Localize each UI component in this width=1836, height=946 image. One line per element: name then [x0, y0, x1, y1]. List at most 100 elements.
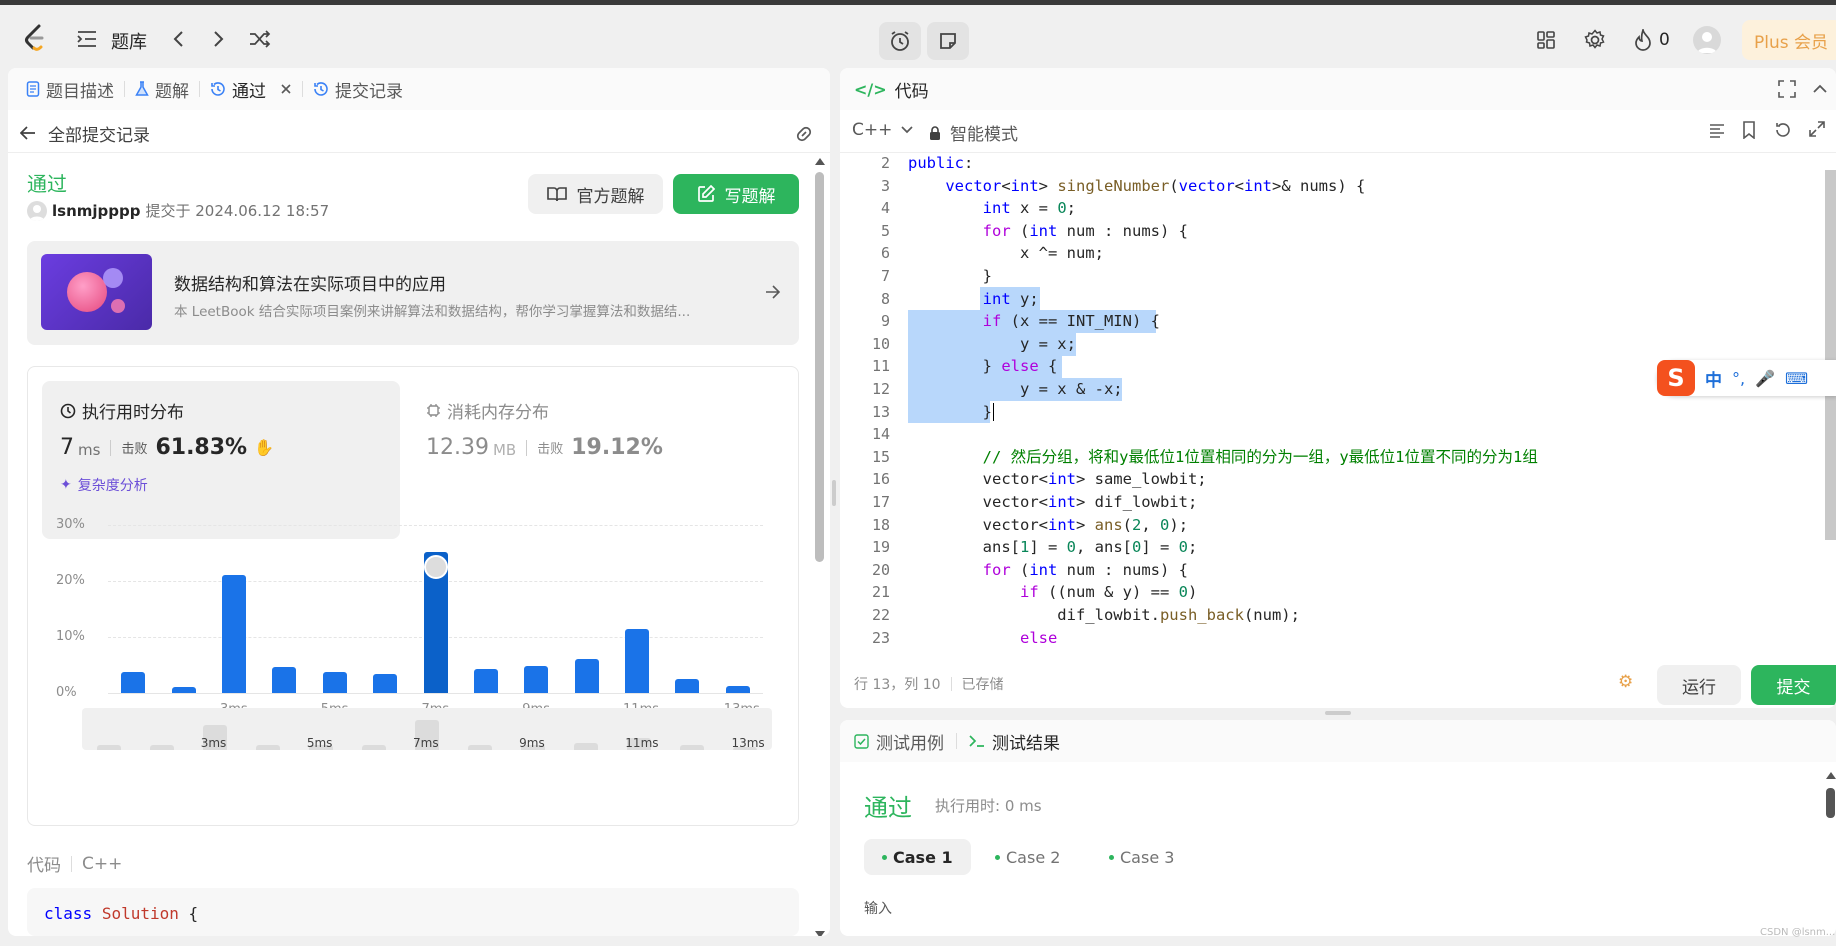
bar[interactable] — [272, 667, 297, 693]
link-icon[interactable] — [793, 124, 815, 144]
ime-toolbar[interactable]: S 中 °, 🎤 ⌨ — [1657, 360, 1836, 396]
left-panel: 题目描述 题解 通过 提交记录 全部提交记录 通过 lsnmjpppp 提交于 … — [8, 68, 830, 936]
fullscreen-icon[interactable] — [1778, 80, 1796, 98]
test-result-panel: 测试用例 测试结果 通过 执行用时: 0 ms Case 1 Case 2 Ca… — [840, 720, 1836, 936]
language-select[interactable]: C++ — [852, 120, 914, 140]
code-line: y = x & -x; — [908, 380, 1123, 398]
tab-submissions[interactable]: 提交记录 — [303, 68, 413, 110]
code-preview-line: class Solution { — [44, 904, 199, 923]
layout-icon[interactable] — [1533, 27, 1559, 53]
smart-mode-label: 智能模式 — [950, 125, 1018, 145]
memory-label: 消耗内存分布 — [447, 403, 549, 423]
mini-bar — [361, 745, 386, 750]
bar[interactable] — [171, 687, 196, 693]
line-number: 7 — [880, 267, 890, 285]
tab-accepted[interactable]: 通过 — [200, 68, 302, 110]
back-label: 全部提交记录 — [48, 125, 150, 146]
bar[interactable] — [625, 629, 650, 693]
shuffle-icon[interactable] — [248, 27, 272, 51]
tab-solutions[interactable]: 题解 — [125, 68, 199, 110]
result-scrollbar[interactable] — [1825, 772, 1836, 936]
code-section-header: 代码 C++ — [27, 851, 123, 877]
code-line: vector<int> same_lowbit; — [908, 470, 1207, 489]
code-line: if (x == INT_MIN) { — [982, 312, 1160, 331]
note-icon[interactable] — [927, 22, 969, 60]
mini-bar — [574, 742, 599, 750]
code-line: dif_lowbit.push_back(num); — [908, 606, 1300, 624]
chevron-left-icon[interactable] — [166, 27, 190, 51]
bar[interactable] — [221, 574, 246, 693]
plus-membership-button[interactable]: Plus 会员 — [1742, 20, 1836, 60]
panel-resize-handle[interactable] — [1325, 711, 1351, 715]
language-label: C++ — [852, 120, 893, 140]
format-icon[interactable] — [1708, 123, 1726, 139]
bar[interactable] — [473, 669, 498, 693]
code-line: vector<int> singleNumber(vector<int>& nu… — [945, 176, 1366, 195]
y-tick-label: 0% — [56, 685, 77, 700]
mini-tick-label: 13ms — [731, 736, 765, 750]
code-line: else — [1019, 628, 1058, 647]
write-solution-button[interactable]: 写题解 — [673, 174, 799, 214]
list-icon[interactable] — [75, 27, 99, 51]
bookmark-icon[interactable] — [1742, 121, 1756, 139]
username[interactable]: lsnmjpppp — [52, 202, 140, 220]
chevron-right-icon[interactable] — [207, 27, 231, 51]
y-tick-label: 20% — [56, 573, 85, 588]
history-icon — [314, 82, 328, 96]
gear-icon[interactable] — [1582, 27, 1608, 53]
bar[interactable] — [524, 665, 549, 693]
code-icon: </> — [854, 79, 887, 99]
reset-icon[interactable] — [1774, 121, 1792, 139]
tab-description[interactable]: 题目描述 — [16, 68, 124, 110]
bar[interactable] — [121, 671, 146, 693]
expand-icon[interactable] — [1809, 121, 1825, 137]
tab-result-label: 测试结果 — [992, 733, 1060, 754]
bar[interactable] — [322, 671, 347, 693]
case-tab-3[interactable]: Case 3 — [1091, 839, 1192, 875]
runtime-label: 执行用时分布 — [82, 403, 184, 423]
bar[interactable] — [373, 673, 398, 693]
collapse-icon[interactable] — [1812, 82, 1828, 94]
close-icon[interactable] — [280, 83, 292, 95]
tab-testcase[interactable]: 测试用例 — [854, 729, 944, 754]
leetbook-promo-card[interactable]: 数据结构和算法在实际项目中的应用 本 LeetBook 结合实际项目案例来讲解算… — [27, 241, 799, 345]
code-editor[interactable]: public: vector<int> singleNumber(vector<… — [898, 152, 1824, 647]
submit-button[interactable]: 提交 — [1751, 665, 1836, 705]
bar[interactable] — [675, 678, 700, 693]
editor-title: 代码 — [894, 81, 929, 102]
input-label: 输入 — [864, 901, 892, 917]
editor-scrollbar[interactable] — [1825, 170, 1836, 540]
line-number: 11 — [871, 357, 890, 376]
runtime-distribution-chart[interactable]: 30% 20% 10% 0% 3ms 5ms 7ms 9ms 11ms 13ms 3ms 5ms 7… — [28, 492, 800, 832]
run-button[interactable]: 运行 — [1657, 665, 1741, 705]
user-avatar[interactable] — [27, 200, 47, 221]
mini-tick-label: 7ms — [413, 736, 439, 750]
line-number: 22 — [871, 606, 890, 624]
watermark: CSDN @lsnm... — [1760, 927, 1836, 938]
debug-icon[interactable]: ⚙ — [1618, 672, 1633, 692]
tab-test-result[interactable]: 测试结果 — [969, 729, 1060, 754]
problem-bank-label[interactable]: 题库 — [111, 28, 147, 54]
code-line: // 然后分组，将和y最低位1位置相同的分为一组，y最低位1位置不同的分为1组 — [982, 447, 1538, 466]
result-status: 通过 — [864, 794, 912, 822]
line-number: 16 — [871, 470, 890, 489]
leetcode-logo-icon[interactable] — [20, 20, 50, 56]
saved-status: 已存储 — [961, 677, 1004, 693]
avatar-icon[interactable] — [1693, 26, 1721, 54]
submission-status: 通过 — [27, 172, 67, 196]
fire-icon[interactable] — [1631, 27, 1655, 53]
left-scrollbar[interactable] — [812, 158, 826, 936]
alarm-icon[interactable] — [879, 22, 921, 60]
chart-range-slider[interactable]: 3ms 5ms 7ms 9ms 11ms 13ms — [82, 708, 772, 750]
case-tab-2[interactable]: Case 2 — [977, 839, 1078, 875]
bar[interactable] — [574, 658, 599, 693]
ime-mode: 中 — [1705, 370, 1722, 391]
code-section-lang: C++ — [82, 853, 123, 874]
back-to-submissions[interactable]: 全部提交记录 — [20, 118, 150, 148]
panel-resize-handle[interactable] — [832, 480, 836, 506]
case-tab-1[interactable]: Case 1 — [864, 839, 971, 875]
bar[interactable] — [725, 685, 750, 693]
official-solution-button[interactable]: 官方题解 — [528, 174, 663, 214]
smart-mode-toggle[interactable]: 智能模式 — [928, 120, 1018, 145]
mini-tick-label: 3ms — [200, 736, 227, 750]
